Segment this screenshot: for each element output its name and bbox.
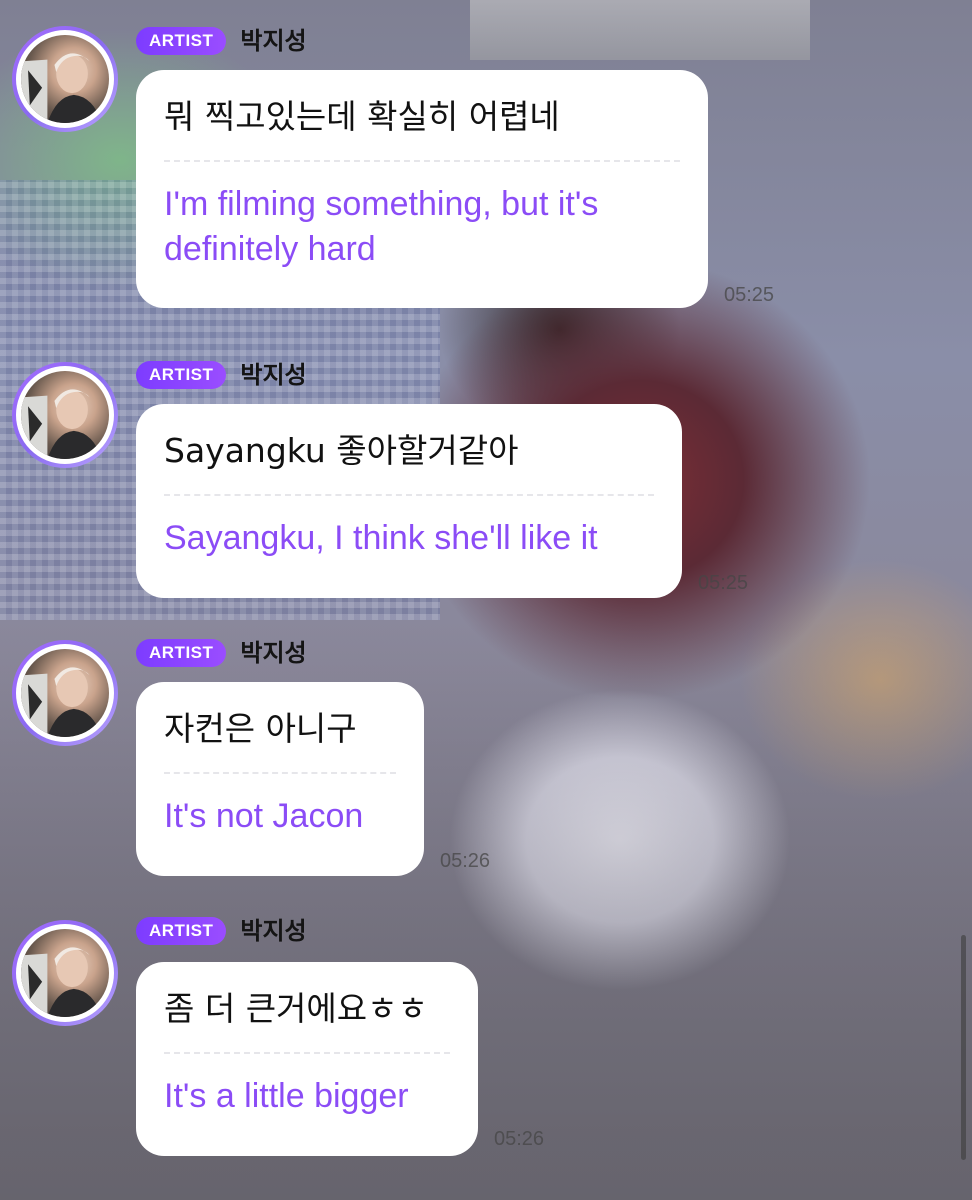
translated-line: It's not Jacon xyxy=(164,797,364,835)
translated-line: I'm filming something, but it's xyxy=(164,185,599,223)
translated-line: It's a little bigger xyxy=(164,1077,409,1115)
translated-text: It's a little bigger xyxy=(164,1054,450,1119)
translated-line: definitely hard xyxy=(164,230,376,268)
sender-name[interactable]: 박지성 xyxy=(240,916,306,946)
message-bubble[interactable]: 자컨은 아니구 It's not Jacon xyxy=(136,682,424,876)
original-text: 뭐 찍고있는데 확실히 어렵네 xyxy=(164,97,560,136)
original-text: 좀 더 큰거에요ㅎㅎ xyxy=(164,989,428,1028)
message-header: ARTIST 박지성 xyxy=(136,638,307,668)
message-time: 05:25 xyxy=(698,572,749,594)
sender-name[interactable]: 박지성 xyxy=(240,638,306,668)
translated-text: I'm filming something, but it's definite… xyxy=(164,162,680,272)
message-header: ARTIST 박지성 xyxy=(136,916,307,946)
avatar-photo xyxy=(21,649,109,737)
original-text: 자컨은 아니구 xyxy=(164,709,357,748)
message-header: ARTIST 박지성 xyxy=(136,360,307,390)
avatar-photo xyxy=(21,929,109,1017)
avatar-photo xyxy=(21,371,109,459)
artist-avatar[interactable] xyxy=(12,920,118,1026)
translated-line: Sayangku, I think she'll like it xyxy=(164,519,598,557)
original-text: Sayangku 좋아할거같아 xyxy=(164,431,519,470)
artist-avatar[interactable] xyxy=(12,640,118,746)
scrollbar[interactable] xyxy=(961,935,966,1160)
artist-badge: ARTIST xyxy=(136,27,227,55)
message-header: ARTIST 박지성 xyxy=(136,26,307,56)
message-bubble[interactable]: 좀 더 큰거에요ㅎㅎ It's a little bigger xyxy=(136,962,478,1156)
message-bubble[interactable]: Sayangku 좋아할거같아 Sayangku, I think she'll… xyxy=(136,404,682,598)
message-time: 05:25 xyxy=(724,284,775,306)
artist-badge: ARTIST xyxy=(136,361,227,389)
message-time: 05:26 xyxy=(494,1128,545,1150)
artist-badge: ARTIST xyxy=(136,917,227,945)
message-bubble[interactable]: 뭐 찍고있는데 확실히 어렵네 I'm filming something, b… xyxy=(136,70,708,308)
artist-badge: ARTIST xyxy=(136,639,227,667)
artist-avatar[interactable] xyxy=(12,362,118,468)
sender-name[interactable]: 박지성 xyxy=(240,26,306,56)
avatar-photo xyxy=(21,35,109,123)
translated-text: It's not Jacon xyxy=(164,774,396,839)
background-shelf xyxy=(470,0,810,60)
translated-text: Sayangku, I think she'll like it xyxy=(164,496,654,561)
artist-avatar[interactable] xyxy=(12,26,118,132)
sender-name[interactable]: 박지성 xyxy=(240,360,306,390)
message-time: 05:26 xyxy=(440,850,491,872)
